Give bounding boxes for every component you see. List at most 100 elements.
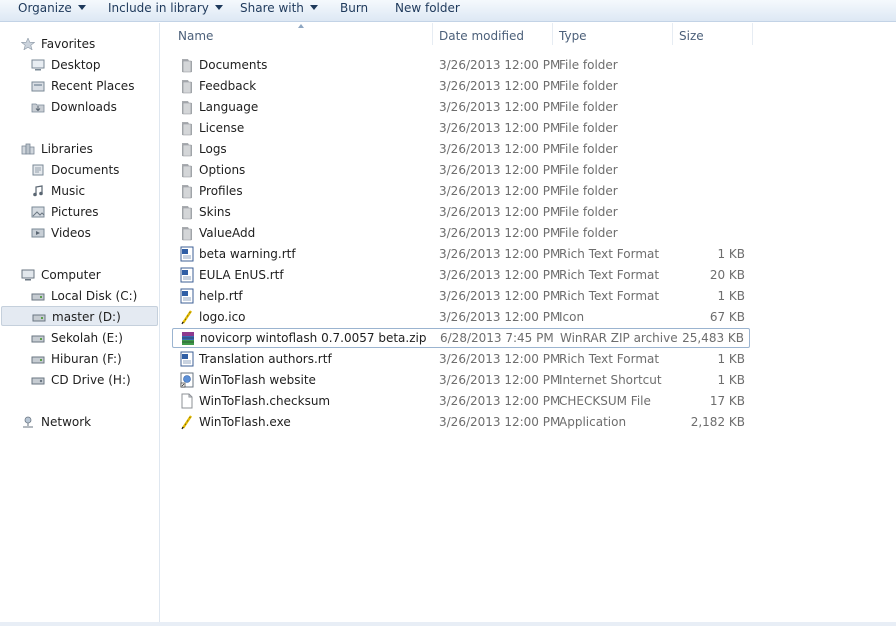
nav-item-cd-drive-h[interactable]: CD Drive (H:) [0, 370, 159, 390]
column-divider[interactable] [552, 23, 553, 45]
nav-item-label: Recent Places [51, 79, 135, 93]
organize-button[interactable]: Organize [18, 0, 86, 20]
file-size: 1 KB [717, 352, 745, 366]
drive-icon [31, 335, 45, 343]
file-date: 3/26/2013 12:00 PM [439, 58, 561, 72]
chevron-down-icon [309, 5, 318, 10]
file-date: 3/26/2013 12:00 PM [439, 394, 561, 408]
file-row[interactable]: Logs 3/26/2013 12:00 PM File folder [172, 139, 750, 159]
burn-button[interactable]: Burn [340, 0, 368, 20]
file-size: 17 KB [709, 394, 745, 408]
column-header-type[interactable]: Type [559, 27, 671, 47]
file-row[interactable]: Skins 3/26/2013 12:00 PM File folder [172, 202, 750, 222]
folder-icon [182, 164, 192, 178]
column-header-size[interactable]: Size [679, 27, 751, 47]
file-size: 67 KB [709, 310, 745, 324]
nav-computer[interactable]: Computer [0, 265, 159, 285]
nav-libraries-label: Libraries [41, 142, 93, 156]
rtf-document-icon [180, 246, 194, 262]
videos-library-icon [31, 228, 45, 238]
file-name: Language [199, 100, 259, 114]
share-with-button[interactable]: Share with [240, 0, 318, 20]
chevron-down-icon [77, 5, 86, 10]
share-with-label: Share with [240, 1, 304, 15]
nav-item-local-disk-c[interactable]: Local Disk (C:) [0, 286, 159, 306]
nav-network[interactable]: Network [0, 412, 159, 432]
folder-icon [182, 185, 192, 199]
column-header-date-modified[interactable]: Date modified [439, 27, 551, 47]
nav-libraries[interactable]: Libraries [0, 139, 159, 159]
file-type: File folder [559, 79, 618, 93]
file-row[interactable]: logo.ico 3/26/2013 12:00 PM Icon 67 KB [172, 307, 750, 327]
folder-icon [182, 143, 192, 157]
new-folder-button[interactable]: New folder [395, 0, 460, 20]
file-row[interactable]: Feedback 3/26/2013 12:00 PM File folder [172, 76, 750, 96]
nav-item-desktop[interactable]: Desktop [0, 55, 159, 75]
nav-item-label: Pictures [51, 205, 99, 219]
folder-icon [182, 101, 192, 115]
pencil-icon [181, 415, 192, 430]
file-name: Logs [199, 142, 227, 156]
file-type: File folder [559, 226, 618, 240]
nav-item-label: Sekolah (E:) [51, 331, 123, 345]
rtf-document-icon [180, 267, 194, 283]
internet-shortcut-icon [180, 372, 194, 388]
nav-item-hiburan-f[interactable]: Hiburan (F:) [0, 349, 159, 369]
nav-item-recent-places[interactable]: Recent Places [0, 76, 159, 96]
file-row[interactable]: help.rtf 3/26/2013 12:00 PM Rich Text Fo… [172, 286, 750, 306]
column-header-date-label: Date modified [439, 29, 525, 43]
file-name: help.rtf [199, 289, 243, 303]
file-row[interactable]: WinToFlash website 3/26/2013 12:00 PM In… [172, 370, 750, 390]
file-name: Profiles [199, 184, 243, 198]
computer-icon [21, 269, 35, 281]
nav-item-videos[interactable]: Videos [0, 223, 159, 243]
file-type: File folder [559, 142, 618, 156]
file-row-focused[interactable]: novicorp wintoflash 0.7.0057 beta.zip 6/… [172, 328, 750, 348]
details-pane-border [0, 622, 896, 626]
file-size: 1 KB [717, 289, 745, 303]
file-date: 3/26/2013 12:00 PM [439, 373, 561, 387]
nav-item-label: master (D:) [52, 310, 121, 324]
nav-item-master-d[interactable]: master (D:) [1, 306, 158, 326]
file-name: Skins [199, 205, 231, 219]
column-divider[interactable] [672, 23, 673, 45]
file-name: WinToFlash.exe [199, 415, 291, 429]
nav-item-downloads[interactable]: Downloads [0, 97, 159, 117]
organize-label: Organize [18, 1, 72, 15]
file-row[interactable]: Options 3/26/2013 12:00 PM File folder [172, 160, 750, 180]
nav-item-documents[interactable]: Documents [0, 160, 159, 180]
file-row[interactable]: Profiles 3/26/2013 12:00 PM File folder [172, 181, 750, 201]
folder-icon [182, 206, 192, 220]
file-row[interactable]: Language 3/26/2013 12:00 PM File folder [172, 97, 750, 117]
file-name: Translation authors.rtf [199, 352, 332, 366]
nav-item-label: Hiburan (F:) [51, 352, 122, 366]
nav-favorites[interactable]: Favorites [0, 34, 159, 54]
pictures-library-icon [31, 206, 45, 218]
file-name: beta warning.rtf [199, 247, 296, 261]
file-name: License [199, 121, 245, 135]
column-header-name-label: Name [178, 29, 214, 43]
file-row[interactable]: License 3/26/2013 12:00 PM File folder [172, 118, 750, 138]
nav-item-sekolah-e[interactable]: Sekolah (E:) [0, 328, 159, 348]
blank-file-icon [181, 393, 193, 409]
column-header-name[interactable]: Name [178, 27, 432, 47]
nav-item-music[interactable]: Music [0, 181, 159, 201]
nav-item-label: Music [51, 184, 86, 198]
file-row[interactable]: Translation authors.rtf 3/26/2013 12:00 … [172, 349, 750, 369]
burn-label: Burn [340, 1, 369, 15]
file-row[interactable]: ValueAdd 3/26/2013 12:00 PM File folder [172, 223, 750, 243]
file-type: Icon [559, 310, 585, 324]
column-divider[interactable] [752, 23, 753, 45]
file-type: Rich Text Format [559, 247, 660, 261]
file-row[interactable]: Documents 3/26/2013 12:00 PM File folder [172, 55, 750, 75]
file-row[interactable]: WinToFlash.checksum 3/26/2013 12:00 PM C… [172, 391, 750, 411]
column-divider[interactable] [432, 23, 433, 45]
nav-item-pictures[interactable]: Pictures [0, 202, 159, 222]
file-row[interactable]: EULA EnUS.rtf 3/26/2013 12:00 PM Rich Te… [172, 265, 750, 285]
file-name: WinToFlash website [199, 373, 316, 387]
file-row[interactable]: WinToFlash.exe 3/26/2013 12:00 PM Applic… [172, 412, 750, 432]
file-type: Rich Text Format [559, 289, 660, 303]
file-date: 3/26/2013 12:00 PM [439, 247, 561, 261]
file-row[interactable]: beta warning.rtf 3/26/2013 12:00 PM Rich… [172, 244, 750, 264]
include-in-library-button[interactable]: Include in library [108, 0, 223, 20]
